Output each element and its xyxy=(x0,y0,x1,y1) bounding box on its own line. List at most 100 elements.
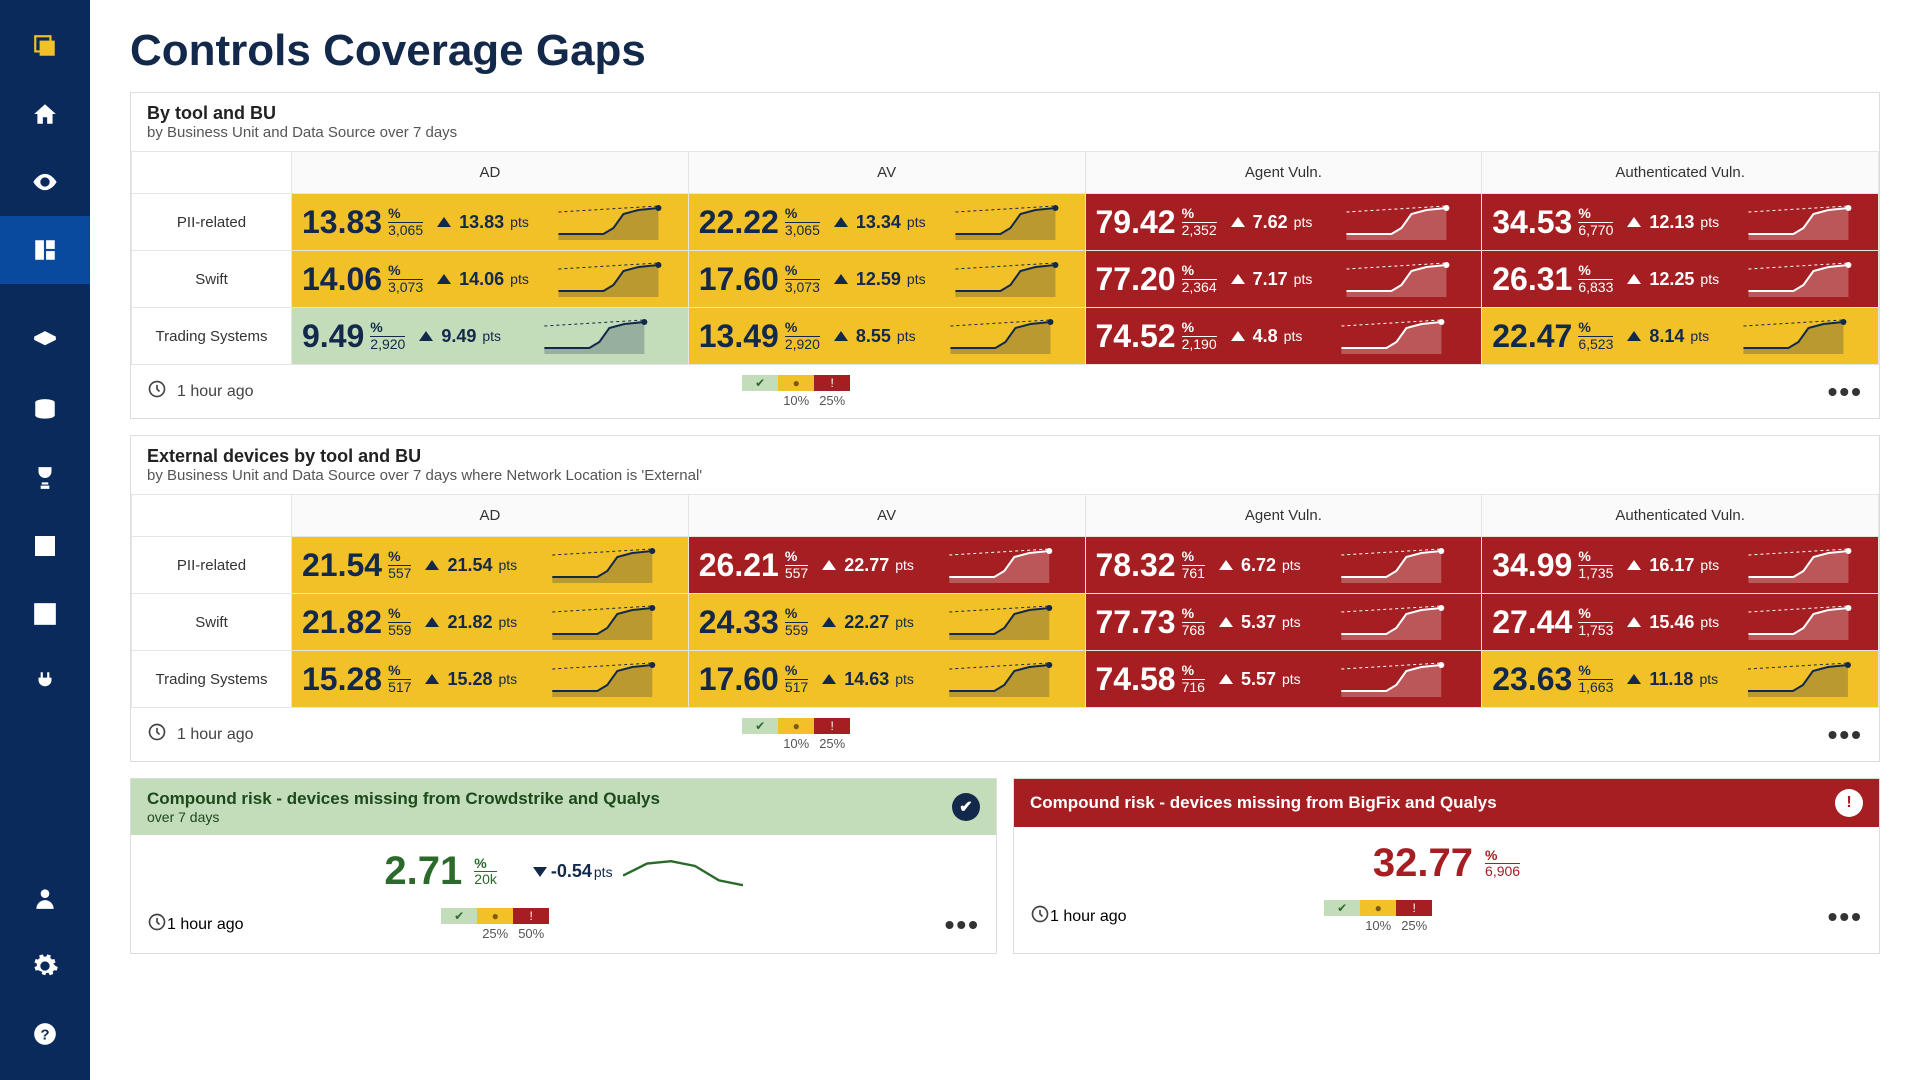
legend: ✔●! 10%25% xyxy=(1324,900,1432,933)
sparkline xyxy=(924,661,1075,697)
arrow-up-icon xyxy=(425,560,439,570)
metric-value: 2.71 xyxy=(384,849,462,894)
metric-cell[interactable]: 13.83 %3,065 13.83pts xyxy=(292,194,689,251)
metric-cell[interactable]: 74.52 %2,190 4.8pts xyxy=(1085,308,1482,365)
legend: ✔●! 10%25% xyxy=(742,718,850,751)
main-content: Controls Coverage Gaps By tool and BU by… xyxy=(90,0,1920,1080)
sparkline xyxy=(1728,661,1868,697)
metric-cell[interactable]: 21.54 %557 21.54pts xyxy=(292,537,689,594)
svg-text:?: ? xyxy=(40,1026,49,1043)
sidebar-dashboard[interactable] xyxy=(0,216,90,284)
column-header: Authenticated Vuln. xyxy=(1482,495,1879,537)
column-header: Agent Vuln. xyxy=(1085,495,1482,537)
column-header: AV xyxy=(688,152,1085,194)
arrow-up-icon xyxy=(1627,217,1641,227)
column-header: Authenticated Vuln. xyxy=(1482,152,1879,194)
arrow-up-icon xyxy=(1231,217,1245,227)
arrow-up-icon xyxy=(425,617,439,627)
matrix-table: ADAVAgent Vuln.Authenticated Vuln. PII-r… xyxy=(131,494,1879,708)
row-header: Swift xyxy=(132,251,292,308)
sparkline xyxy=(1719,318,1868,354)
metric-cell[interactable]: 78.32 %761 6.72pts xyxy=(1085,537,1482,594)
sidebar-help[interactable]: ? xyxy=(0,1000,90,1068)
sparkline xyxy=(936,204,1075,240)
row-header: PII-related xyxy=(132,537,292,594)
sidebar-calc[interactable] xyxy=(0,512,90,580)
sidebar-plug[interactable] xyxy=(0,648,90,716)
sparkline xyxy=(1729,604,1868,640)
metric-cell[interactable]: 17.60 %517 14.63pts xyxy=(688,651,1085,708)
sparkline xyxy=(527,547,678,583)
sparkline xyxy=(1729,204,1868,240)
more-icon[interactable]: ••• xyxy=(1828,376,1863,408)
sparkline xyxy=(1322,204,1471,240)
arrow-up-icon xyxy=(1219,617,1233,627)
metric-cell[interactable]: 34.99 %1,735 16.17pts xyxy=(1482,537,1879,594)
sparkline xyxy=(924,604,1075,640)
arrow-up-icon xyxy=(822,617,836,627)
column-header: AV xyxy=(688,495,1085,537)
sparkline xyxy=(1311,604,1472,640)
sparkline xyxy=(936,261,1075,297)
metric-cell[interactable]: 23.63 %1,663 11.18pts xyxy=(1482,651,1879,708)
metric-cell[interactable]: 15.28 %517 15.28pts xyxy=(292,651,689,708)
arrow-up-icon xyxy=(822,560,836,570)
metric-cell[interactable]: 79.42 %2,352 7.62pts xyxy=(1085,194,1482,251)
metric-cell[interactable]: 9.49 %2,920 9.49pts xyxy=(292,308,689,365)
panel-by-tool-bu: By tool and BU by Business Unit and Data… xyxy=(130,92,1880,419)
metric-cell[interactable]: 34.53 %6,770 12.13pts xyxy=(1482,194,1879,251)
matrix-table: ADAVAgent Vuln.Authenticated Vuln. PII-r… xyxy=(131,151,1879,365)
sidebar-check[interactable] xyxy=(0,580,90,648)
sidebar-database[interactable] xyxy=(0,376,90,444)
sidebar: ? xyxy=(0,0,90,1080)
arrow-up-icon xyxy=(822,674,836,684)
sparkline xyxy=(527,661,678,697)
metric-cell[interactable]: 21.82 %559 21.82pts xyxy=(292,594,689,651)
sidebar-eye[interactable] xyxy=(0,148,90,216)
metric-cell[interactable]: 14.06 %3,073 14.06pts xyxy=(292,251,689,308)
metric-cell[interactable]: 24.33 %559 22.27pts xyxy=(688,594,1085,651)
sparkline xyxy=(1311,661,1472,697)
panel-time: 1 hour ago xyxy=(177,726,254,744)
arrow-up-icon xyxy=(1627,617,1641,627)
metric-cell[interactable]: 77.73 %768 5.37pts xyxy=(1085,594,1482,651)
column-header: Agent Vuln. xyxy=(1085,152,1482,194)
sparkline xyxy=(1729,261,1868,297)
metric-cell[interactable]: 22.22 %3,065 13.34pts xyxy=(688,194,1085,251)
arrow-down-icon xyxy=(533,867,547,877)
arrow-up-icon xyxy=(834,274,848,284)
metric-cell[interactable]: 77.20 %2,364 7.17pts xyxy=(1085,251,1482,308)
arrow-up-icon xyxy=(419,331,433,341)
sidebar-user[interactable] xyxy=(0,864,90,932)
metric-cell[interactable]: 27.44 %1,753 15.46pts xyxy=(1482,594,1879,651)
sidebar-tag[interactable] xyxy=(0,308,90,376)
metric-value: 32.77 xyxy=(1373,841,1473,886)
sidebar-home[interactable] xyxy=(0,80,90,148)
sidebar-settings[interactable] xyxy=(0,932,90,1000)
metric-cell[interactable]: 26.21 %557 22.77pts xyxy=(688,537,1085,594)
table-row: Trading Systems 9.49 %2,920 9.49pts 13.4… xyxy=(132,308,1879,365)
panel-time: 1 hour ago xyxy=(1050,908,1127,926)
metric-cell[interactable]: 17.60 %3,073 12.59pts xyxy=(688,251,1085,308)
more-icon[interactable]: ••• xyxy=(1828,719,1863,751)
table-row: PII-related 21.54 %557 21.54pts 26.21 %5… xyxy=(132,537,1879,594)
sidebar-trophy[interactable] xyxy=(0,444,90,512)
arrow-up-icon xyxy=(437,217,451,227)
sparkline xyxy=(1311,547,1472,583)
status-badge-alert: ! xyxy=(1835,789,1863,817)
metric-cell[interactable]: 22.47 %6,523 8.14pts xyxy=(1482,308,1879,365)
row-header: Trading Systems xyxy=(132,651,292,708)
arrow-up-icon xyxy=(1219,560,1233,570)
metric-cell[interactable]: 13.49 %2,920 8.55pts xyxy=(688,308,1085,365)
arrow-up-icon xyxy=(1627,560,1641,570)
arrow-up-icon xyxy=(1627,674,1641,684)
more-icon[interactable]: ••• xyxy=(1828,901,1863,933)
sparkline xyxy=(539,261,678,297)
more-icon[interactable]: ••• xyxy=(945,909,980,941)
metric-cell[interactable]: 26.31 %6,833 12.25pts xyxy=(1482,251,1879,308)
sparkline xyxy=(926,318,1075,354)
arrow-up-icon xyxy=(1219,674,1233,684)
hp-title: Compound risk - devices missing from Big… xyxy=(1030,793,1497,813)
metric-cell[interactable]: 74.58 %716 5.57pts xyxy=(1085,651,1482,708)
sidebar-logo[interactable] xyxy=(0,12,90,80)
